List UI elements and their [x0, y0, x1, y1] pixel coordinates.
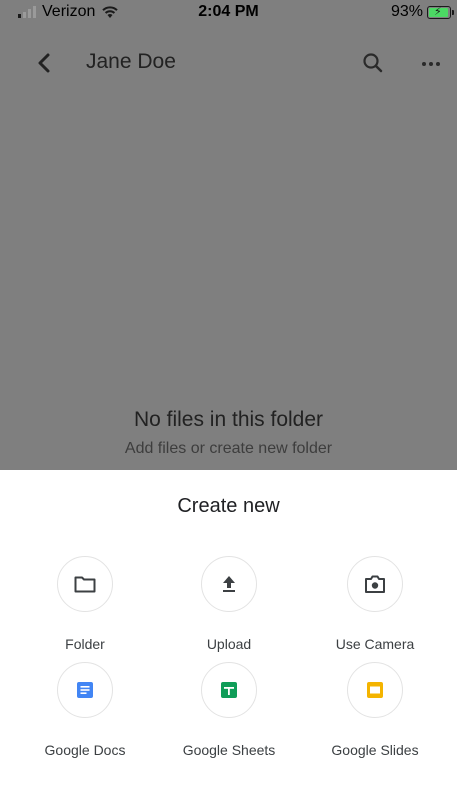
folder-title: Jane Doe [86, 50, 176, 73]
google-slides-button[interactable] [347, 662, 403, 718]
sheet-title: Create new [177, 495, 280, 517]
option-label: Upload [206, 636, 252, 652]
folder-icon [74, 576, 96, 593]
google-slides-option[interactable]: Google Slides [300, 662, 450, 758]
create-folder-button[interactable] [57, 556, 113, 612]
option-label: Google Docs [44, 742, 126, 758]
google-docs-option[interactable]: Google Docs [10, 662, 160, 758]
search-button[interactable] [358, 48, 388, 78]
status-right: 93% ⚡ [390, 3, 454, 21]
back-button[interactable] [30, 48, 60, 78]
chevron-left-icon [38, 53, 50, 73]
empty-state-subtitle: Add files or create new folder [124, 440, 333, 457]
google-docs-button[interactable] [57, 662, 113, 718]
battery-percent: 93% [390, 3, 423, 20]
create-folder-option[interactable]: Folder [10, 556, 160, 652]
charging-bolt-icon: ⚡ [434, 5, 442, 18]
google-sheets-icon [221, 682, 237, 698]
upload-button[interactable] [201, 556, 257, 612]
camera-icon [365, 575, 385, 593]
status-bar: Verizon 2:04 PM 93% ⚡ [0, 0, 457, 26]
more-horizontal-icon [422, 62, 440, 66]
use-camera-button[interactable] [347, 556, 403, 612]
google-sheets-button[interactable] [201, 662, 257, 718]
upload-option[interactable]: Upload [154, 556, 304, 652]
option-label: Google Slides [331, 742, 419, 758]
google-sheets-option[interactable]: Google Sheets [154, 662, 304, 758]
status-time: 2:04 PM [198, 3, 259, 20]
google-docs-icon [77, 682, 93, 698]
more-button[interactable] [416, 48, 446, 78]
create-new-sheet: Create new Folder Upload Use Camera Goog… [0, 470, 457, 785]
option-label: Folder [65, 636, 105, 652]
use-camera-option[interactable]: Use Camera [300, 556, 450, 652]
battery-icon: ⚡ [427, 5, 454, 19]
screen: Verizon 2:04 PM 93% ⚡ Jane Doe No files … [0, 0, 457, 785]
app-header: Jane Doe [0, 40, 457, 88]
upload-icon [223, 576, 235, 592]
empty-state-title: No files in this folder [133, 408, 324, 431]
option-label: Google Sheets [182, 742, 276, 758]
option-label: Use Camera [335, 636, 415, 652]
search-icon [363, 53, 383, 73]
google-slides-icon [367, 682, 383, 698]
